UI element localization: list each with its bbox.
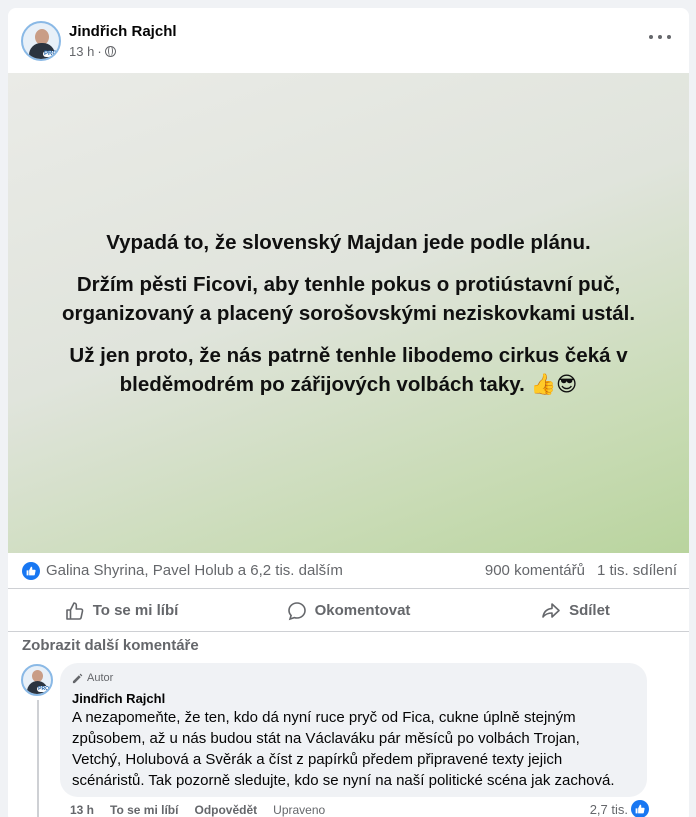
avatar-tag: PRO	[42, 51, 58, 57]
author-avatar[interactable]: PRO	[21, 21, 61, 61]
post-image-text-3: Už jen proto, že nás patrně tenhle libod…	[69, 343, 628, 396]
author-badge: Autor	[72, 671, 635, 685]
view-more-comments-link[interactable]: Zobrazit další komentáře	[22, 637, 199, 654]
comment-footer: 13 h To se mi líbí Odpovědět Upraveno	[70, 803, 325, 817]
post-time[interactable]: 13 h	[69, 44, 94, 59]
reactions-summary[interactable]: Galina Shyrina, Pavel Holub a 6,2 tis. d…	[46, 562, 343, 579]
post-author-name[interactable]: Jindřich Rajchl	[69, 23, 177, 40]
share-arrow-icon	[542, 602, 560, 618]
comments-count[interactable]: 900 komentářů	[485, 562, 585, 579]
dot-icon	[658, 35, 662, 39]
more-options-button[interactable]	[649, 30, 671, 44]
post-image[interactable]: Vypadá to, že slovenský Majdan jede podl…	[8, 73, 689, 553]
globe-icon	[104, 46, 116, 57]
shares-count[interactable]: 1 tis. sdílení	[597, 562, 677, 579]
dot-icon	[667, 35, 671, 39]
post-stats: Galina Shyrina, Pavel Holub a 6,2 tis. d…	[8, 553, 689, 589]
author-badge-label: Autor	[87, 672, 114, 684]
comment-text: A nezapomeňte, že ten, kdo dá nyní ruce …	[72, 709, 615, 789]
comment-reply-button[interactable]: Odpovědět	[194, 803, 257, 817]
post-header: PRO Jindřich Rajchl 13 h ·	[8, 8, 689, 74]
thumbs-up-icon	[65, 601, 84, 620]
comment-author-name[interactable]: Jindřich Rajchl	[72, 691, 635, 706]
post-image-text-2: Držím pěsti Ficovi, aby tenhle pokus o p…	[61, 272, 636, 325]
comment-time[interactable]: 13 h	[70, 803, 94, 817]
meta-separator: ·	[97, 44, 102, 59]
avatar-tag: PRO	[37, 686, 50, 692]
comment-button-label: Okomentovat	[314, 602, 411, 619]
like-button[interactable]: To se mi líbí	[8, 590, 235, 631]
comment-bubble: Autor Jindřich Rajchl A nezapomeňte, že …	[60, 663, 647, 797]
post-card: PRO Jindřich Rajchl 13 h · Vypadá to, že…	[8, 8, 689, 817]
share-button[interactable]: Sdílet	[462, 590, 689, 631]
comment-reactions-count: 2,7 tis.	[589, 801, 628, 817]
post-meta: 13 h ·	[69, 44, 116, 59]
post-actions: To se mi líbí Okomentovat Sdílet	[8, 590, 689, 632]
dot-icon	[649, 35, 653, 39]
thread-line	[37, 700, 39, 817]
comment-like-button[interactable]: To se mi líbí	[110, 803, 178, 817]
comment-button[interactable]: Okomentovat	[235, 590, 462, 631]
comment-edited-label[interactable]: Upraveno	[273, 803, 325, 817]
speech-bubble-icon	[287, 601, 306, 620]
post-image-text-1: Vypadá to, že slovenský Majdan jede podl…	[106, 230, 591, 254]
pen-icon	[72, 673, 83, 683]
commenter-avatar[interactable]: PRO	[21, 664, 53, 696]
like-reaction-icon[interactable]	[22, 561, 40, 580]
like-button-label: To se mi líbí	[92, 602, 179, 619]
like-reaction-icon	[631, 800, 649, 817]
share-button-label: Sdílet	[569, 602, 610, 619]
comment-reactions[interactable]: 2,7 tis.	[590, 800, 649, 817]
